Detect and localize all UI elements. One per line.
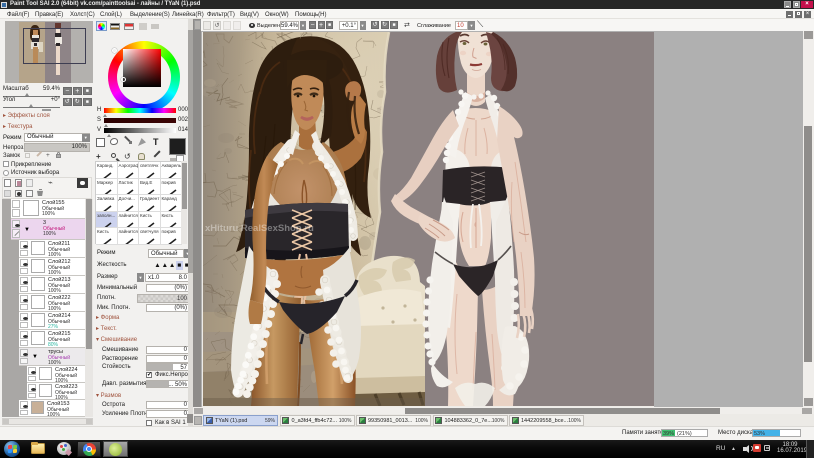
svg-text:xHituru RealSexShop.ru: xHituru RealSexShop.ru [205, 223, 314, 234]
